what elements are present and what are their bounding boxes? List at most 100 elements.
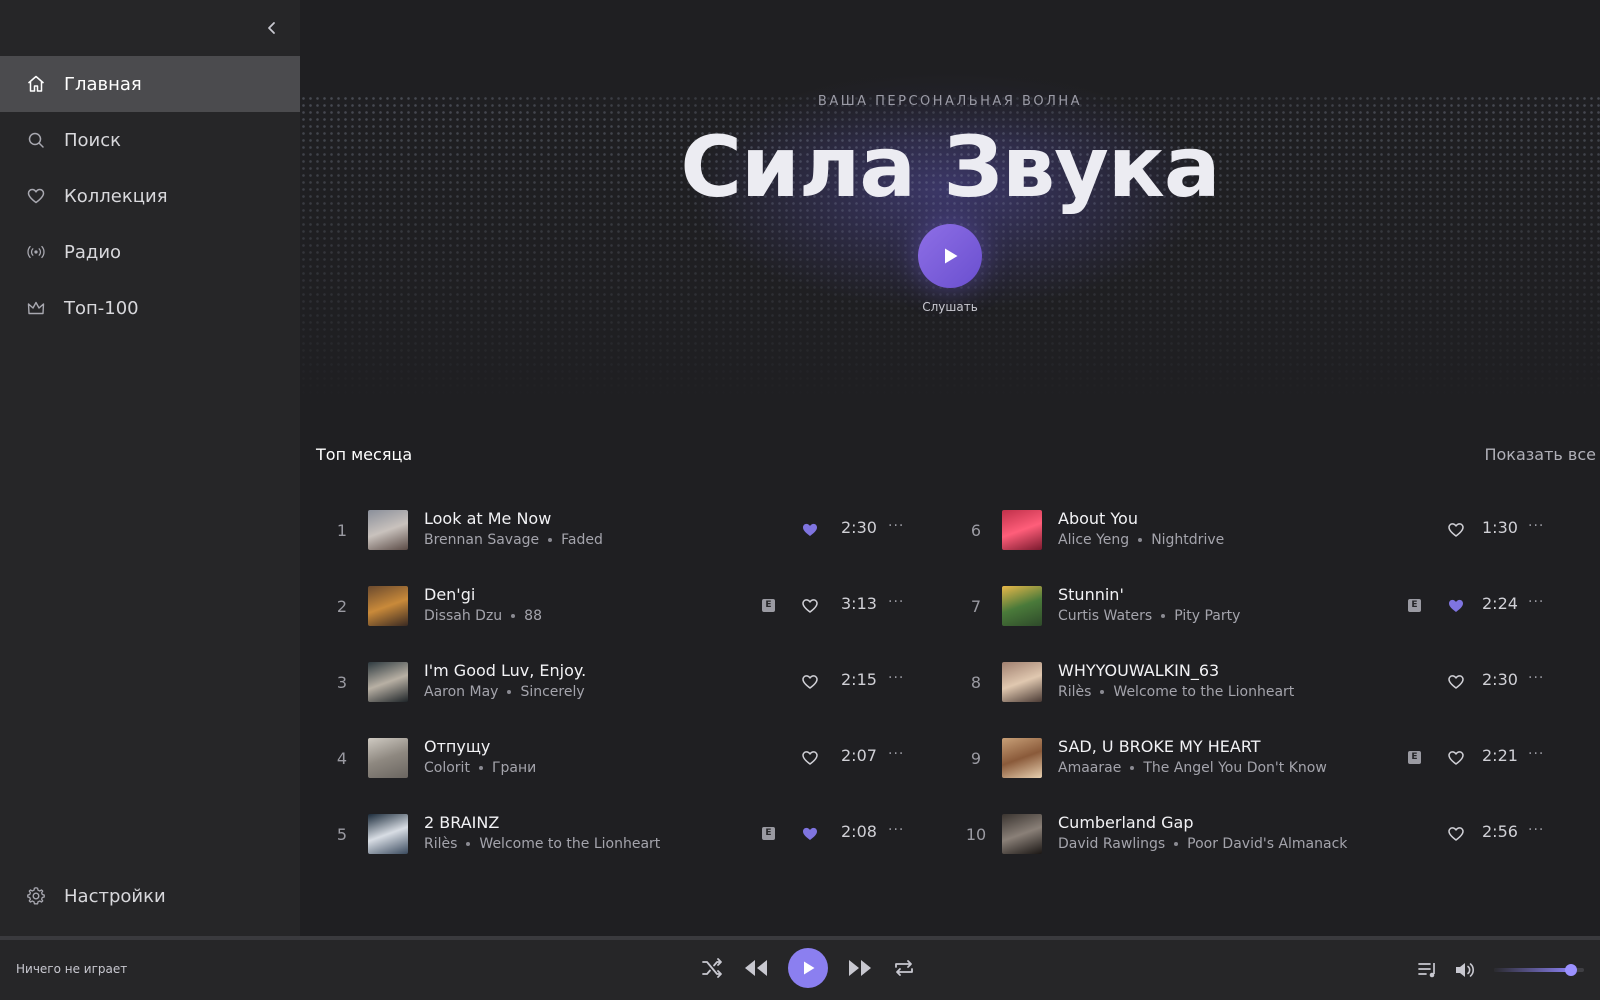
like-button[interactable] — [800, 520, 820, 540]
track-album[interactable]: Poor David's Almanack — [1187, 833, 1347, 855]
queue-icon — [1418, 963, 1435, 978]
settings-label: Настройки — [64, 885, 166, 907]
like-button[interactable] — [800, 596, 820, 616]
more-options-button[interactable]: ··· — [888, 518, 904, 534]
track-artist[interactable]: Alice Yeng — [1058, 529, 1129, 551]
track-artist[interactable]: Aaron May — [424, 681, 498, 703]
nav-item-settings[interactable]: Настройки — [0, 868, 300, 924]
track-artist[interactable]: Amaarae — [1058, 757, 1121, 779]
track-duration: 2:30 — [1482, 670, 1518, 689]
track-artist[interactable]: Colorit — [424, 757, 470, 779]
track-artist[interactable]: Dissah Dzu — [424, 605, 502, 627]
track-album[interactable]: Pity Party — [1174, 605, 1240, 627]
chevron-left-icon — [268, 22, 275, 34]
track-cover-art[interactable] — [368, 662, 408, 702]
like-button[interactable] — [1446, 596, 1466, 616]
track-cover-art[interactable] — [368, 738, 408, 778]
like-button[interactable] — [800, 672, 820, 692]
track-album[interactable]: 88 — [524, 605, 542, 627]
volume-slider[interactable] — [1494, 964, 1584, 976]
like-button[interactable] — [1446, 520, 1466, 540]
play-pause-button[interactable] — [788, 948, 828, 988]
track-cover-art[interactable] — [1002, 510, 1042, 550]
track-cover-art[interactable] — [368, 510, 408, 550]
shuffle-button[interactable] — [698, 954, 726, 982]
track-artist[interactable]: Rilès — [424, 833, 457, 855]
track-artist[interactable]: Rilès — [1058, 681, 1091, 703]
crown-icon — [26, 298, 46, 318]
like-button[interactable] — [800, 748, 820, 768]
repeat-button[interactable] — [890, 954, 918, 982]
more-options-button[interactable]: ··· — [1528, 822, 1544, 838]
heart-icon — [800, 599, 820, 620]
like-button[interactable] — [1446, 672, 1466, 692]
hero-play-button[interactable] — [918, 224, 982, 288]
nav-item-search[interactable]: Поиск — [0, 112, 300, 168]
track-album[interactable]: Faded — [561, 529, 603, 551]
track-album[interactable]: Грани — [492, 757, 536, 779]
track-album[interactable]: Welcome to the Lionheart — [479, 833, 660, 855]
track-row[interactable]: 10 Cumberland Gap David Rawlings Poor David… — [950, 796, 1570, 872]
track-album[interactable]: Nightdrive — [1151, 529, 1224, 551]
track-artist[interactable]: Brennan Savage — [424, 529, 539, 551]
like-button[interactable] — [800, 824, 820, 844]
more-options-button[interactable]: ··· — [888, 746, 904, 762]
nav-item-home[interactable]: Главная — [0, 56, 300, 112]
nav-item-top100[interactable]: Топ-100 — [0, 280, 300, 336]
track-number: 1 — [336, 520, 348, 540]
hero-play-label: Слушать — [922, 300, 978, 314]
separator-dot — [548, 538, 553, 542]
track-row[interactable]: 1 Look at Me Now Brennan Savage Faded 2:30 ··… — [316, 492, 936, 568]
track-number: 3 — [336, 672, 348, 692]
nav-item-label: Топ-100 — [64, 297, 139, 319]
separator-dot — [1130, 766, 1135, 770]
track-cover-art[interactable] — [1002, 814, 1042, 854]
track-number: 9 — [970, 748, 982, 768]
separator-dot — [1161, 614, 1166, 618]
track-row[interactable]: 6 About You Alice Yeng Nightdrive 1:30 ··· — [950, 492, 1570, 568]
previous-button[interactable] — [742, 954, 770, 982]
volume-slider-handle[interactable] — [1564, 964, 1577, 976]
track-column-left: 1 Look at Me Now Brennan Savage Faded 2:30 ··… — [316, 492, 936, 872]
more-options-button[interactable]: ··· — [888, 822, 904, 838]
more-options-button[interactable]: ··· — [888, 594, 904, 610]
track-cover-art[interactable] — [368, 814, 408, 854]
next-button[interactable] — [846, 954, 874, 982]
track-row[interactable]: 8 WHYYOUWALKIN_63 Rilès Welcome to the Lion… — [950, 644, 1570, 720]
volume-button[interactable] — [1450, 956, 1478, 984]
track-cover-art[interactable] — [1002, 586, 1042, 626]
heart-icon — [1446, 523, 1466, 544]
nav-item-radio[interactable]: Радио — [0, 224, 300, 280]
queue-button[interactable] — [1414, 956, 1442, 984]
track-row[interactable]: 3 I'm Good Luv, Enjoy. Aaron May Sincerely 2… — [316, 644, 936, 720]
track-cover-art[interactable] — [368, 586, 408, 626]
track-artist[interactable]: Curtis Waters — [1058, 605, 1152, 627]
track-row[interactable]: 9 SAD, U BROKE MY HEART Amaarae The Angel Y… — [950, 720, 1570, 796]
more-options-button[interactable]: ··· — [888, 670, 904, 686]
track-row[interactable]: 7 Stunnin' Curtis Waters Pity Party E 2:24 ··· — [950, 568, 1570, 644]
track-row[interactable]: 52 BRAINZ Rilès Welcome to the Lionheart E 2… — [316, 796, 936, 872]
nav-item-collection[interactable]: Коллекция — [0, 168, 300, 224]
track-album[interactable]: Sincerely — [520, 681, 584, 703]
track-artist[interactable]: David Rawlings — [1058, 833, 1165, 855]
show-all-link[interactable]: Показать все — [1484, 445, 1596, 464]
track-album[interactable]: The Angel You Don't Know — [1143, 757, 1326, 779]
like-button[interactable] — [1446, 748, 1466, 768]
more-options-button[interactable]: ··· — [1528, 594, 1544, 610]
collapse-sidebar-button[interactable] — [260, 16, 284, 40]
heart-icon — [1446, 827, 1466, 848]
track-cover-art[interactable] — [1002, 662, 1042, 702]
like-button[interactable] — [1446, 824, 1466, 844]
more-options-button[interactable]: ··· — [1528, 746, 1544, 762]
search-icon — [26, 130, 46, 150]
track-row[interactable]: 4 Отпущу Colorit Грани 2:07 ··· — [316, 720, 936, 796]
more-options-button[interactable]: ··· — [1528, 670, 1544, 686]
gear-icon — [26, 886, 46, 906]
hero-title: Сила Звука — [680, 118, 1220, 216]
more-options-button[interactable]: ··· — [1528, 518, 1544, 534]
separator-dot — [1100, 690, 1105, 694]
track-number: 7 — [970, 596, 982, 616]
track-cover-art[interactable] — [1002, 738, 1042, 778]
track-album[interactable]: Welcome to the Lionheart — [1113, 681, 1294, 703]
track-row[interactable]: 2 Den'gi Dissah Dzu 88 E 3:13 ··· — [316, 568, 936, 644]
